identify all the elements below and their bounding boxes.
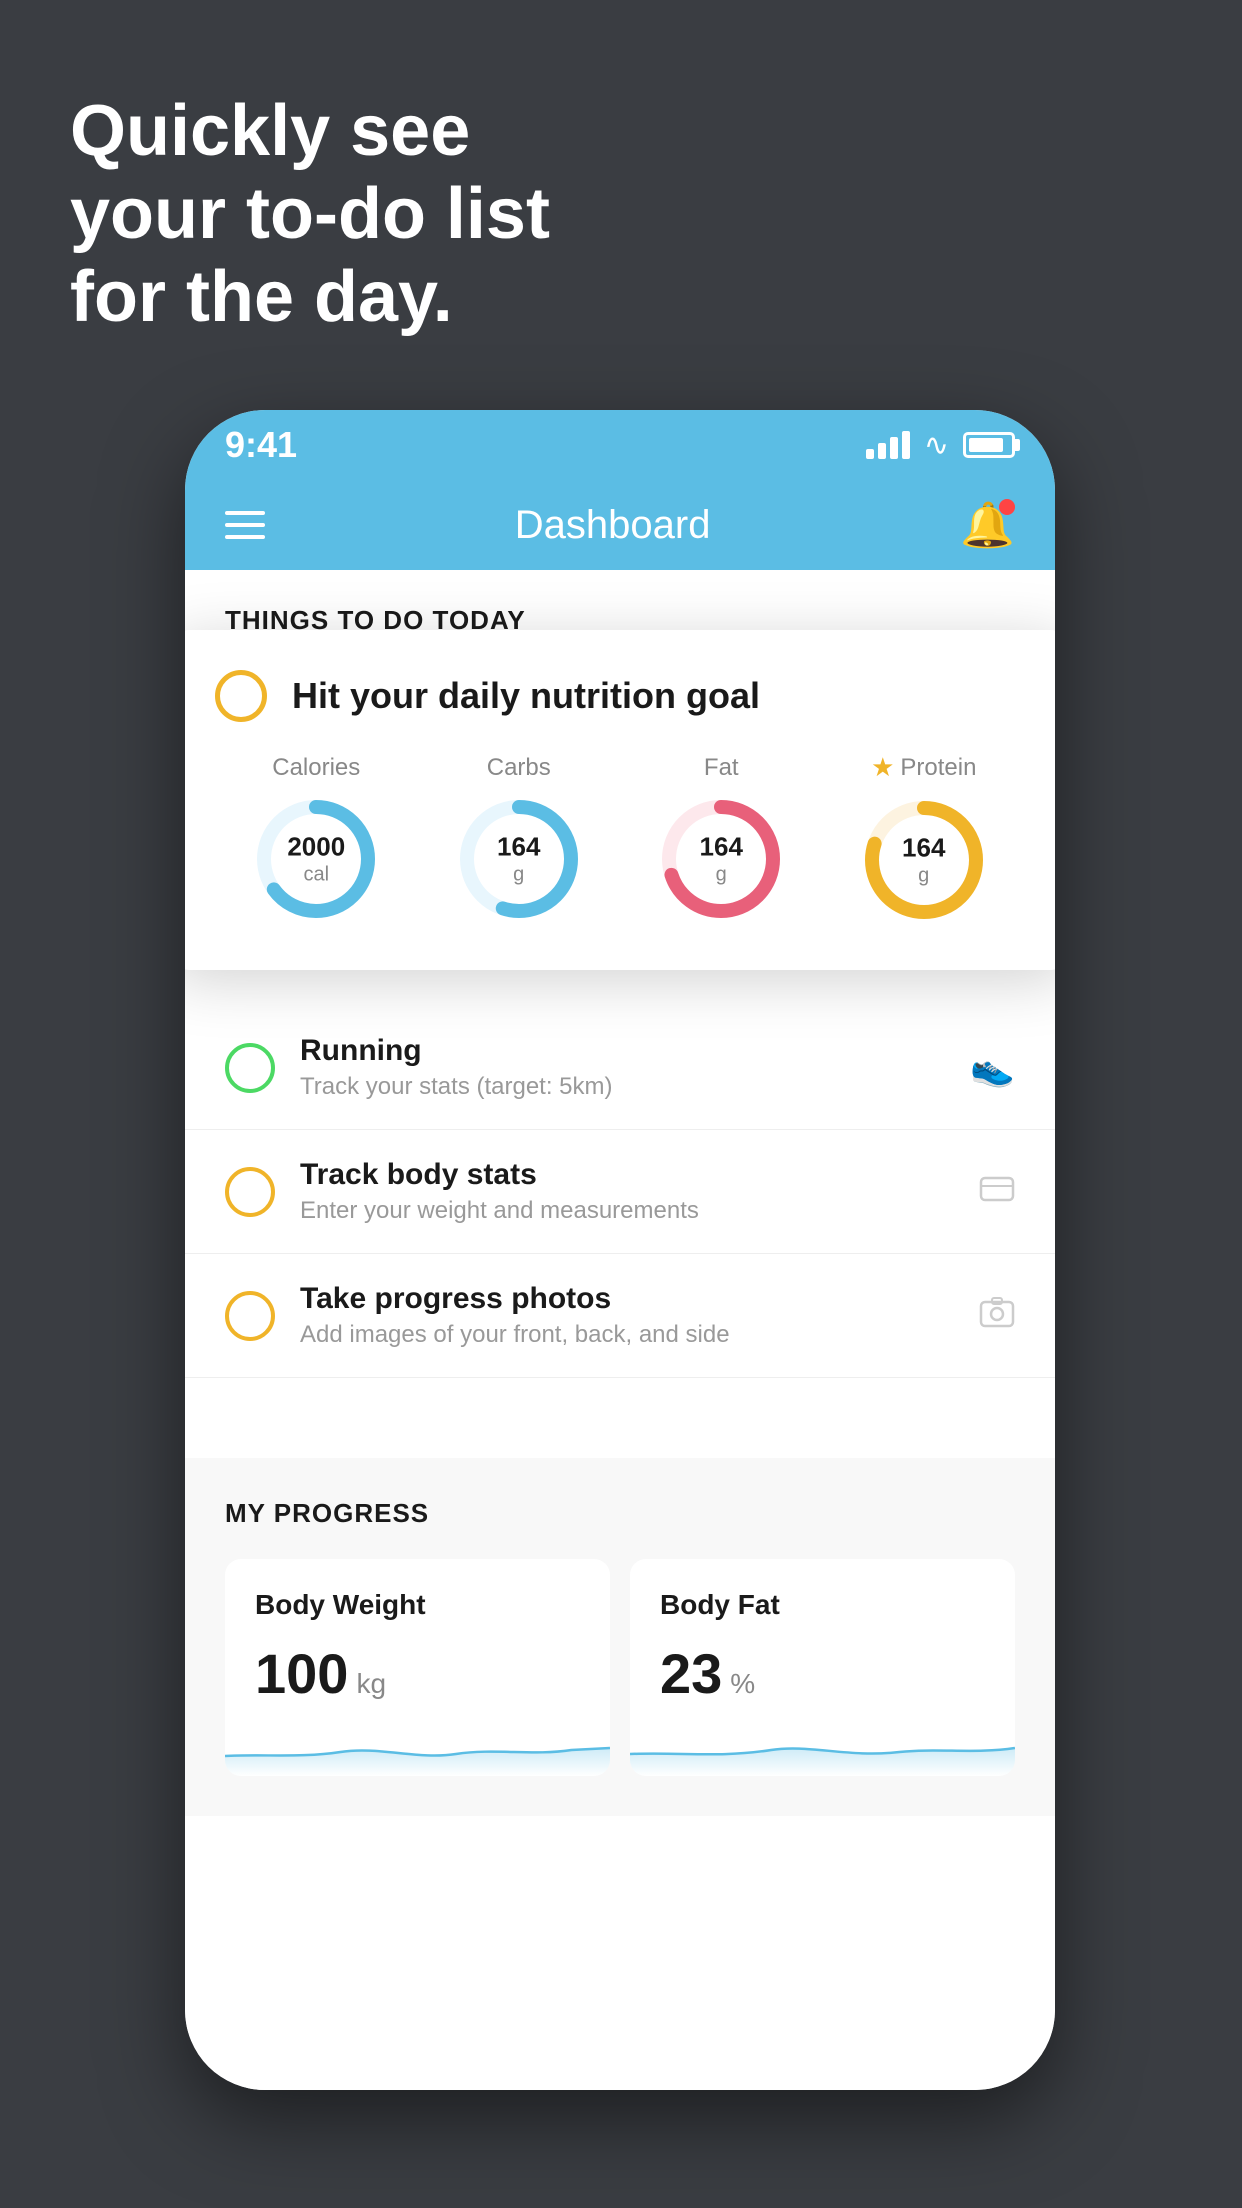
nutrition-checkbox[interactable]: [215, 670, 267, 722]
todo-text-running: Running Track your stats (target: 5km): [300, 1034, 945, 1101]
signal-icon: [866, 431, 910, 459]
progress-cards-row: Body Weight 100 kg: [225, 1559, 1015, 1776]
nutrition-circles-row: Calories 2000 cal Carbs: [215, 752, 1025, 925]
app-content: THINGS TO DO TODAY Hit your daily nutrit…: [185, 570, 1055, 2090]
progress-section-title: MY PROGRESS: [225, 1498, 1015, 1529]
app-header: Dashboard 🔔: [185, 480, 1055, 570]
todo-subtitle-running: Track your stats (target: 5km): [300, 1073, 945, 1101]
camera-icon: [979, 1294, 1015, 1338]
notification-dot: [999, 499, 1015, 515]
body-weight-title: Body Weight: [255, 1589, 580, 1621]
body-fat-title: Body Fat: [660, 1589, 985, 1621]
todo-item-body-stats[interactable]: Track body stats Enter your weight and m…: [185, 1130, 1055, 1254]
body-weight-unit: kg: [356, 1668, 386, 1700]
progress-section: MY PROGRESS Body Weight 100 kg: [185, 1458, 1055, 1816]
nutrition-card-title: Hit your daily nutrition goal: [292, 675, 760, 717]
body-fat-unit: %: [730, 1668, 755, 1700]
body-fat-card[interactable]: Body Fat 23 %: [630, 1559, 1015, 1776]
header-title: Dashboard: [515, 503, 711, 548]
todo-subtitle-photos: Add images of your front, back, and side: [300, 1321, 954, 1349]
todo-item-running[interactable]: Running Track your stats (target: 5km) 👟: [185, 1006, 1055, 1130]
tagline: Quickly see your to-do list for the day.: [70, 90, 550, 338]
todo-circle-running: [225, 1043, 275, 1093]
todo-title-photos: Take progress photos: [300, 1282, 954, 1316]
scale-icon: [979, 1170, 1015, 1214]
body-weight-value: 100: [255, 1641, 348, 1706]
carbs-label: Carbs: [487, 754, 551, 782]
todo-subtitle-body-stats: Enter your weight and measurements: [300, 1197, 954, 1225]
body-weight-card[interactable]: Body Weight 100 kg: [225, 1559, 610, 1776]
fat-label: Fat: [704, 754, 739, 782]
phone-mockup: 9:41 ∿ Dashboard 🔔 THINGS TO DO TODA: [185, 410, 1055, 2090]
todo-item-photos[interactable]: Take progress photos Add images of your …: [185, 1254, 1055, 1378]
nutrition-calories: Calories 2000 cal: [251, 754, 381, 924]
status-icons: ∿: [866, 428, 1015, 463]
status-time: 9:41: [225, 424, 297, 466]
todo-text-photos: Take progress photos Add images of your …: [300, 1282, 954, 1349]
status-bar: 9:41 ∿: [185, 410, 1055, 480]
wifi-icon: ∿: [924, 428, 949, 463]
body-fat-sparkline: [630, 1726, 1015, 1776]
todo-text-body-stats: Track body stats Enter your weight and m…: [300, 1158, 954, 1225]
protein-label: Protein: [900, 754, 976, 782]
body-weight-sparkline: [225, 1726, 610, 1776]
todo-circle-photos: [225, 1291, 275, 1341]
nutrition-fat: Fat 164 g: [656, 754, 786, 924]
notification-bell[interactable]: 🔔: [960, 499, 1015, 551]
nutrition-card[interactable]: Hit your daily nutrition goal Calories 2…: [185, 630, 1055, 970]
todo-title-running: Running: [300, 1034, 945, 1068]
shoe-icon: 👟: [970, 1047, 1015, 1089]
calories-label: Calories: [272, 754, 360, 782]
star-icon: ★: [871, 752, 894, 783]
nutrition-carbs: Carbs 164 g: [454, 754, 584, 924]
todo-title-body-stats: Track body stats: [300, 1158, 954, 1192]
nutrition-protein: ★ Protein 164 g: [859, 752, 989, 925]
battery-icon: [963, 432, 1015, 458]
menu-button[interactable]: [225, 511, 265, 539]
todo-circle-body-stats: [225, 1167, 275, 1217]
body-fat-value: 23: [660, 1641, 722, 1706]
